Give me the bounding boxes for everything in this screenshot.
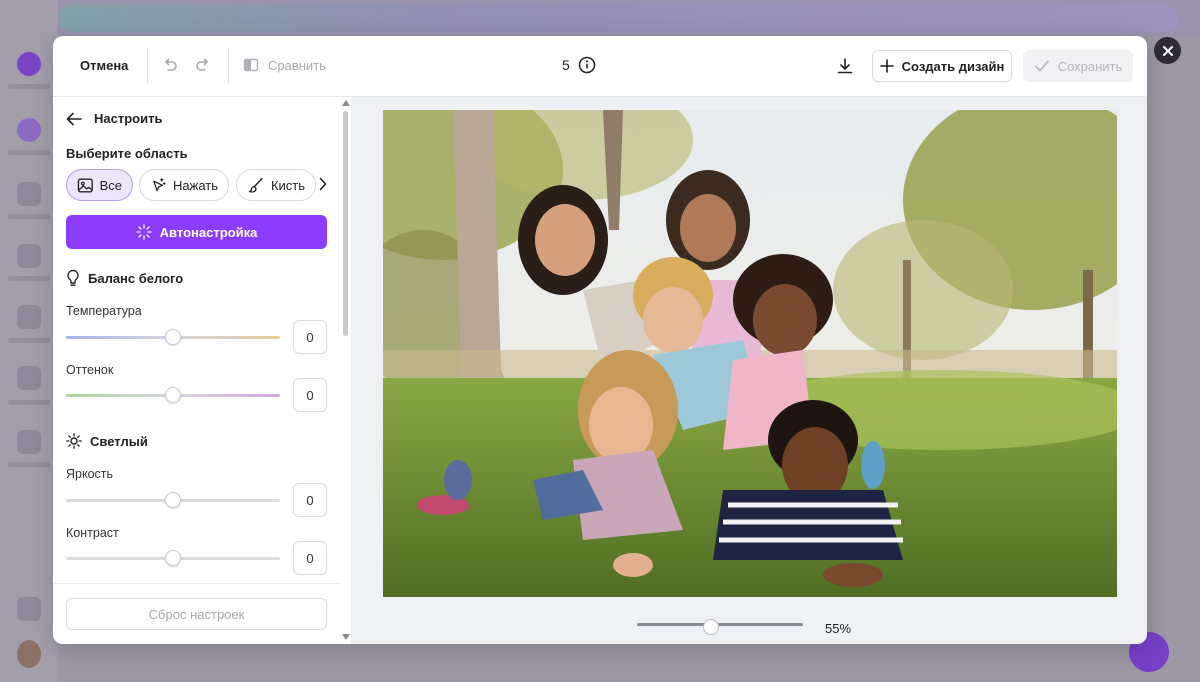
compare-button[interactable]: Сравнить xyxy=(243,57,326,73)
brush-icon xyxy=(248,177,263,193)
compare-icon xyxy=(243,58,259,72)
scroll-down-arrow[interactable] xyxy=(342,634,350,640)
edit-count-value: 5 xyxy=(562,57,570,73)
area-chip-label: Все xyxy=(99,177,122,193)
plus-icon xyxy=(879,59,894,73)
auto-adjust-button[interactable]: Автонастройка xyxy=(66,215,327,249)
edit-count: 5 xyxy=(562,56,596,74)
zoom-value: 55% xyxy=(825,621,852,636)
area-chip-all[interactable]: Все xyxy=(66,169,133,201)
white-balance-title: Баланс белого xyxy=(88,270,184,286)
tint-value[interactable]: 0 xyxy=(293,378,327,412)
zoom-slider-thumb[interactable] xyxy=(703,619,719,635)
sun-icon xyxy=(66,433,82,449)
photo-kids-on-grass xyxy=(383,110,1117,597)
area-chip-click[interactable]: Нажать xyxy=(139,169,229,201)
close-modal-button[interactable] xyxy=(1154,37,1181,64)
download-button[interactable] xyxy=(835,56,855,76)
tint-value-text: 0 xyxy=(306,387,314,403)
temperature-slider-thumb[interactable] xyxy=(165,329,181,345)
scroll-up-arrow[interactable] xyxy=(342,100,350,106)
lightbulb-icon xyxy=(67,269,79,286)
panel-scrollbar[interactable] xyxy=(343,111,348,336)
arrow-left-icon xyxy=(66,112,82,125)
contrast-label: Контраст xyxy=(66,526,119,540)
zoom-slider[interactable] xyxy=(637,623,803,626)
chevron-right-icon xyxy=(319,177,327,191)
magic-wand-icon xyxy=(136,224,152,240)
close-icon xyxy=(1162,45,1173,56)
undo-button[interactable] xyxy=(160,56,180,76)
light-title: Светлый xyxy=(90,433,148,449)
background-sidebar xyxy=(0,0,58,682)
edited-photo[interactable] xyxy=(383,110,1117,597)
area-chip-label: Нажать xyxy=(173,177,218,193)
select-area-label: Выберите область xyxy=(66,146,188,161)
tint-label: Оттенок xyxy=(66,363,114,377)
panel-title: Настроить xyxy=(94,111,163,126)
save-label: Сохранить xyxy=(1057,58,1123,74)
undo-icon xyxy=(165,58,177,71)
info-icon[interactable] xyxy=(578,56,596,74)
save-button[interactable]: Сохранить xyxy=(1023,50,1133,82)
image-icon xyxy=(77,177,93,193)
brightness-label: Яркость xyxy=(66,467,114,481)
tint-slider-thumb[interactable] xyxy=(165,387,181,403)
back-to-tools[interactable]: Настроить xyxy=(66,111,162,126)
sparkle-pointer-icon xyxy=(153,177,166,192)
modal-toolbar: Отмена Сравнить 5 Создать дизайн Сохрани… xyxy=(53,36,1147,97)
compare-label: Сравнить xyxy=(268,57,326,73)
chips-scroll-right[interactable] xyxy=(319,177,327,196)
temperature-value-text: 0 xyxy=(306,329,314,345)
download-icon xyxy=(837,58,853,74)
area-chip-label: Кисть xyxy=(270,177,305,193)
redo-button[interactable] xyxy=(193,56,213,76)
brightness-value[interactable]: 0 xyxy=(293,483,327,517)
create-design-label: Создать дизайн xyxy=(901,58,1005,74)
photo-edit-modal: Отмена Сравнить 5 Создать дизайн Сохрани… xyxy=(53,36,1147,644)
toolbar-divider xyxy=(147,48,148,84)
contrast-value-text: 0 xyxy=(306,550,314,566)
create-design-button[interactable]: Создать дизайн xyxy=(872,50,1012,82)
white-balance-header: Баланс белого xyxy=(66,269,183,287)
temperature-label: Температура xyxy=(66,304,142,318)
contrast-value[interactable]: 0 xyxy=(293,541,327,575)
redo-icon xyxy=(196,58,208,71)
background-header-gradient xyxy=(58,4,1178,32)
area-chip-brush[interactable]: Кисть xyxy=(236,169,316,201)
brightness-slider-thumb[interactable] xyxy=(165,492,181,508)
light-header: Светлый xyxy=(66,433,148,449)
contrast-slider-thumb[interactable] xyxy=(165,550,181,566)
brightness-value-text: 0 xyxy=(306,492,314,508)
temperature-value[interactable]: 0 xyxy=(293,320,327,354)
reset-adjustments-button[interactable]: Сброс настроек xyxy=(66,598,327,630)
avatar xyxy=(17,640,41,668)
reset-label: Сброс настроек xyxy=(148,606,245,622)
cancel-button[interactable]: Отмена xyxy=(80,58,128,73)
auto-adjust-label: Автонастройка xyxy=(159,224,258,240)
check-icon xyxy=(1034,60,1049,72)
toolbar-divider xyxy=(228,48,229,84)
